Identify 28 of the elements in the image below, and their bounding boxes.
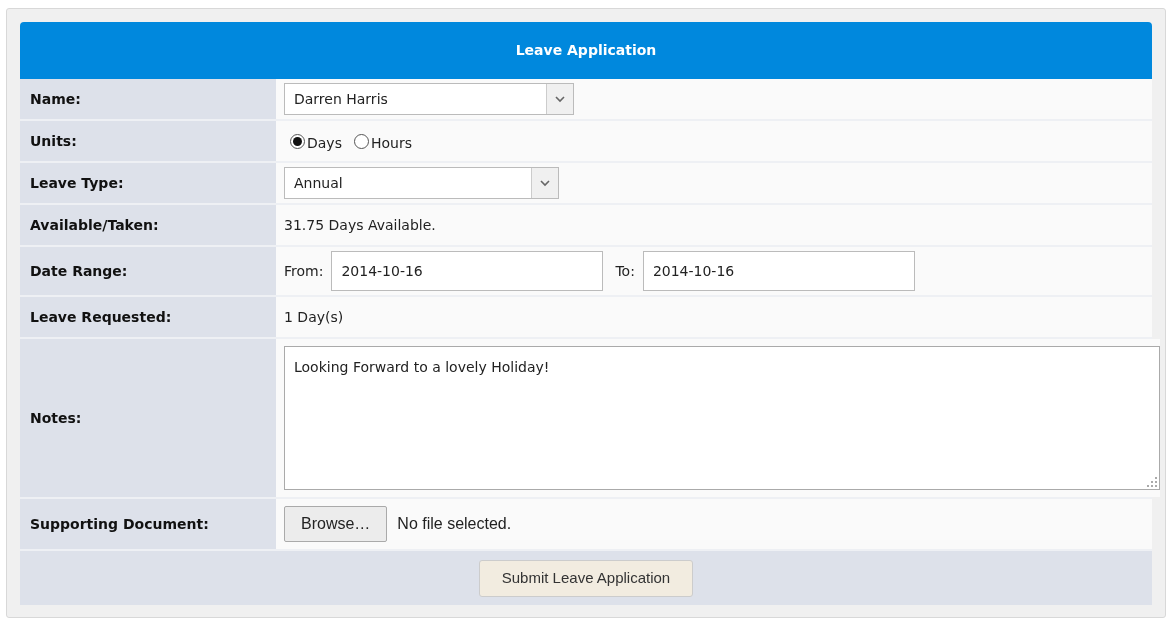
resize-grip-icon[interactable] bbox=[1147, 477, 1157, 487]
field-label: To: bbox=[615, 261, 635, 281]
field-label: Name: bbox=[30, 89, 81, 109]
notes-field[interactable]: Looking Forward to a lovely Holiday! bbox=[284, 346, 1160, 490]
field-label: From: bbox=[284, 261, 324, 281]
caret-icon bbox=[555, 95, 565, 103]
field-value: 31.75 Days Available. bbox=[284, 215, 436, 235]
field-label: Units: bbox=[30, 131, 77, 151]
caret-icon bbox=[540, 179, 550, 187]
radio-label: Days bbox=[307, 133, 342, 153]
submit-button[interactable]: Submit Leave Application bbox=[478, 559, 694, 597]
field-value: 1 Day(s) bbox=[284, 307, 344, 327]
form-title: Leave Application bbox=[515, 41, 657, 60]
date-field[interactable]: 2014-10-16 bbox=[642, 251, 915, 291]
radio-button[interactable] bbox=[353, 133, 369, 149]
radio-button[interactable] bbox=[290, 133, 305, 149]
field-label: Leave Requested: bbox=[30, 307, 172, 327]
dropdown[interactable]: Darren Harris bbox=[284, 83, 574, 115]
radio-label: Hours bbox=[370, 133, 412, 153]
field-label: Notes: bbox=[30, 408, 82, 428]
field-label: Leave Type: bbox=[30, 173, 124, 193]
browse-button[interactable]: Browse… bbox=[284, 506, 388, 542]
field-label: Date Range: bbox=[30, 261, 128, 281]
field-label: Supporting Document: bbox=[30, 514, 209, 534]
dropdown[interactable]: Annual bbox=[284, 167, 559, 199]
date-field[interactable]: 2014-10-16 bbox=[331, 251, 604, 291]
field-label: Available/Taken: bbox=[30, 215, 159, 235]
file-status: No file selected. bbox=[397, 514, 512, 534]
